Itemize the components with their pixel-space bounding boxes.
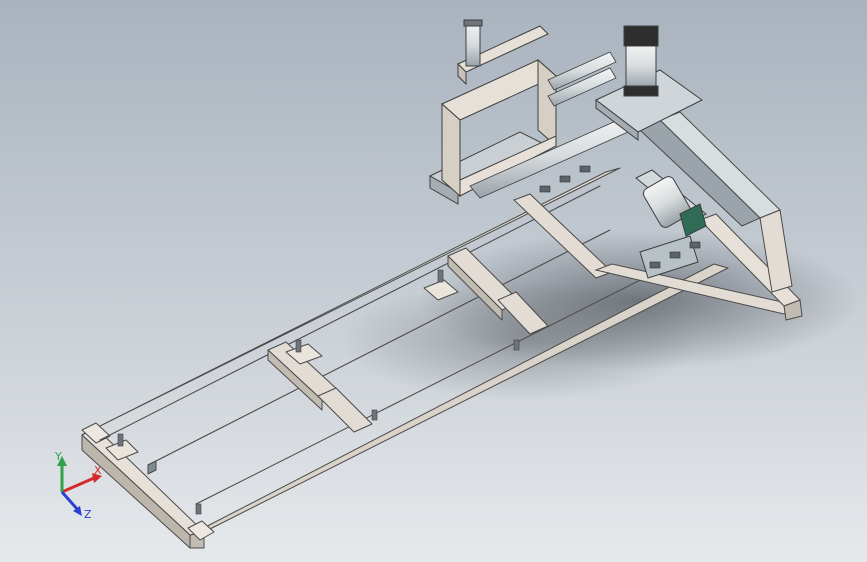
graphics-viewport[interactable]: X Y Z (0, 0, 867, 562)
triad-x-label: X (94, 464, 102, 477)
vertical-cylinder[interactable] (465, 21, 481, 67)
triad-x-axis (61, 476, 95, 494)
pneumatic-cylinder-body[interactable] (625, 43, 657, 89)
cross-member-2[interactable] (317, 387, 373, 433)
pneumatic-cylinder-cap[interactable] (623, 25, 659, 47)
triad-y-label: Y (54, 450, 62, 463)
roller-module[interactable] (635, 169, 707, 279)
triad-z-label: Z (84, 508, 92, 521)
triad-z-axis (60, 491, 80, 511)
orientation-triad: X Y Z (54, 450, 102, 521)
cad-model-scene[interactable] (0, 0, 867, 562)
